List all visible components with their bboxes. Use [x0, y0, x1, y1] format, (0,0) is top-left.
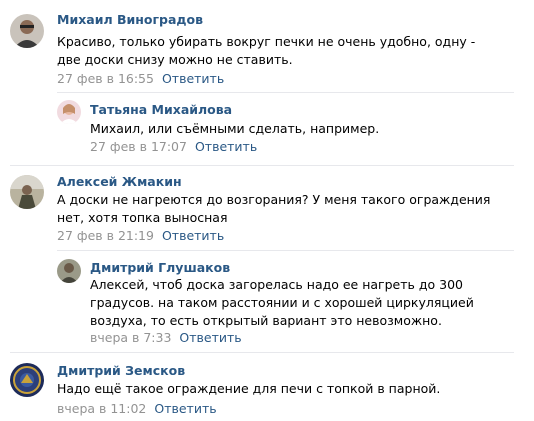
- comment-meta: 27 фев в 17:07 Ответить: [90, 139, 257, 154]
- comment-author[interactable]: Михаил Виноградов: [57, 12, 203, 27]
- comment-text: Надо ещё такое ограждение для печи с топ…: [57, 381, 441, 396]
- comment-author[interactable]: Алексей Жмакин: [57, 174, 182, 189]
- comment-meta: 27 фев в 16:55 Ответить: [57, 71, 224, 86]
- comment-meta: 27 фев в 21:19 Ответить: [57, 228, 224, 243]
- comment-author[interactable]: Дмитрий Глушаков: [90, 260, 230, 275]
- avatar[interactable]: [10, 14, 44, 48]
- comment-date[interactable]: вчера в 7:33: [90, 330, 171, 345]
- avatar[interactable]: [10, 363, 44, 397]
- divider: [10, 352, 514, 353]
- comment-date[interactable]: 27 фев в 16:55: [57, 71, 154, 86]
- reply-button[interactable]: Ответить: [195, 139, 257, 154]
- comment-text: А доски не нагреются до возгорания? У ме…: [57, 192, 491, 225]
- reply-button[interactable]: Ответить: [154, 401, 216, 416]
- comment-date[interactable]: 27 фев в 21:19: [57, 228, 154, 243]
- comment-author[interactable]: Татьяна Михайлова: [90, 102, 232, 117]
- avatar[interactable]: [57, 259, 81, 283]
- comment-date[interactable]: вчера в 11:02: [57, 401, 146, 416]
- comment-text: Красиво, только убирать вокруг печки не …: [57, 34, 476, 67]
- avatar[interactable]: [57, 100, 81, 124]
- comment-text: Алексей, чтоб доска загорелась надо ее н…: [90, 277, 474, 328]
- comment-meta: вчера в 7:33 Ответить: [90, 330, 242, 345]
- divider: [57, 250, 514, 251]
- divider: [10, 165, 514, 166]
- comment-text: Михаил, или съёмными сделать, например.: [90, 121, 380, 136]
- reply-button[interactable]: Ответить: [179, 330, 241, 345]
- divider: [57, 92, 514, 93]
- comment-author[interactable]: Дмитрий Земсков: [57, 363, 185, 378]
- reply-button[interactable]: Ответить: [162, 228, 224, 243]
- avatar[interactable]: [10, 175, 44, 209]
- comment-date[interactable]: 27 фев в 17:07: [90, 139, 187, 154]
- reply-button[interactable]: Ответить: [162, 71, 224, 86]
- comment-meta: вчера в 11:02 Ответить: [57, 401, 217, 416]
